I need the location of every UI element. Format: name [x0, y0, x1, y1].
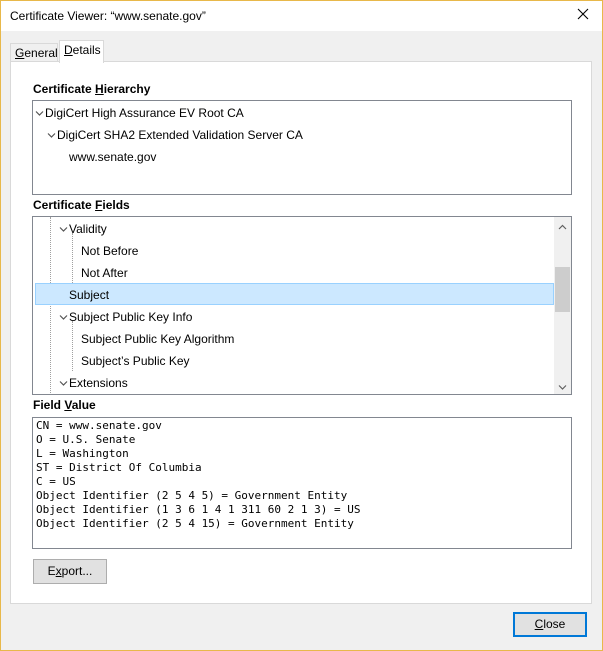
- close-button[interactable]: Close: [513, 612, 587, 637]
- tab-details-label: etails: [72, 43, 101, 57]
- chevron-down-icon[interactable]: [35, 109, 44, 118]
- hierarchy-item-label: www.senate.gov: [69, 150, 157, 164]
- tab-details[interactable]: Details: [59, 40, 104, 63]
- chevron-down-icon[interactable]: [59, 313, 68, 322]
- field-value-line: CN = www.senate.gov: [36, 419, 162, 432]
- certificate-hierarchy-label: Certificate Hierarchy: [33, 82, 150, 96]
- field-item-label: Subject Public Key Algorithm: [81, 332, 235, 346]
- field-value-label-post: alue: [71, 398, 96, 412]
- field-item-subject-public-key-algorithm[interactable]: Subject Public Key Algorithm: [81, 328, 234, 350]
- certificate-fields-label: Certificate Fields: [33, 198, 130, 212]
- certificate-fields-tree[interactable]: Validity Not Before Not After Subject Su…: [32, 216, 572, 395]
- hierarchy-label-pre: Certificate: [33, 82, 96, 96]
- field-value-label-pre: Field: [33, 398, 65, 412]
- chevron-down-icon[interactable]: [47, 131, 56, 140]
- field-value-line: Object Identifier (1 3 6 1 4 1 311 60 2 …: [36, 503, 361, 516]
- tab-general-label: eneral: [24, 46, 58, 60]
- tab-general-mnemonic: G: [15, 46, 25, 60]
- tab-general[interactable]: General: [10, 43, 58, 62]
- field-value-label: Field Value: [33, 398, 96, 412]
- field-value-line: ST = District Of Columbia: [36, 461, 202, 474]
- tree-guide-line: [72, 321, 73, 371]
- field-item-label: Validity: [69, 222, 107, 236]
- field-item-label: Not Before: [81, 244, 139, 258]
- close-icon[interactable]: [576, 7, 590, 21]
- hierarchy-item-label: DigiCert High Assurance EV Root CA: [45, 106, 244, 120]
- scroll-down-icon[interactable]: [558, 381, 567, 390]
- field-value-label-mnemonic: V: [64, 398, 72, 412]
- field-value-line: C = US: [36, 475, 76, 488]
- field-item-not-after[interactable]: Not After: [81, 262, 128, 284]
- fields-label-pre: Certificate: [33, 198, 96, 212]
- window-title: Certificate Viewer: “www.senate.gov”: [10, 9, 206, 23]
- field-item-label: Subject Public Key Info: [69, 310, 193, 324]
- fields-scrollbar[interactable]: [554, 217, 571, 394]
- field-value-textarea[interactable]: CN = www.senate.gov O = U.S. Senate L = …: [32, 417, 572, 549]
- scroll-thumb[interactable]: [555, 267, 570, 312]
- field-item-not-before[interactable]: Not Before: [81, 240, 138, 262]
- hierarchy-item-leaf[interactable]: www.senate.gov: [69, 146, 156, 168]
- certificate-hierarchy-tree[interactable]: DigiCert High Assurance EV Root CA DigiC…: [32, 100, 572, 195]
- hierarchy-label-post: ierarchy: [103, 82, 151, 96]
- field-item-label: Subject: [69, 288, 110, 302]
- selected-row-highlight: [35, 283, 554, 305]
- hierarchy-label-mnemonic: H: [95, 82, 104, 96]
- field-item-label: Subject’s Public Key: [81, 354, 190, 368]
- field-item-label: Extensions: [69, 376, 128, 390]
- export-button[interactable]: Export...: [33, 559, 107, 584]
- field-value-line: L = Washington: [36, 447, 129, 460]
- close-label-post: lose: [543, 617, 566, 631]
- tree-guide-line: [50, 217, 51, 394]
- title-bar: Certificate Viewer: “www.senate.gov”: [1, 1, 602, 31]
- field-value-line: Object Identifier (2 5 4 5) = Government…: [36, 489, 348, 502]
- field-item-subjects-public-key[interactable]: Subject’s Public Key: [81, 350, 190, 372]
- chevron-down-icon[interactable]: [59, 379, 68, 388]
- tree-guide-line: [72, 233, 73, 283]
- fields-label-post: ields: [102, 198, 130, 212]
- chevron-down-icon[interactable]: [59, 225, 68, 234]
- certificate-viewer-window: Certificate Viewer: “www.senate.gov” Gen…: [0, 0, 603, 651]
- field-value-line: O = U.S. Senate: [36, 433, 136, 446]
- hierarchy-item-label: DigiCert SHA2 Extended Validation Server…: [57, 128, 303, 142]
- field-item-subject[interactable]: Subject: [69, 284, 109, 306]
- tab-details-mnemonic: D: [64, 43, 73, 57]
- export-label-post: port...: [61, 564, 93, 578]
- export-label-pre: E: [47, 564, 56, 578]
- field-item-label: Not After: [81, 266, 128, 280]
- field-value-line: Object Identifier (2 5 4 15) = Governmen…: [36, 517, 354, 530]
- scroll-up-icon[interactable]: [558, 221, 567, 230]
- details-panel: Certificate Hierarchy DigiCert High Assu…: [10, 61, 592, 604]
